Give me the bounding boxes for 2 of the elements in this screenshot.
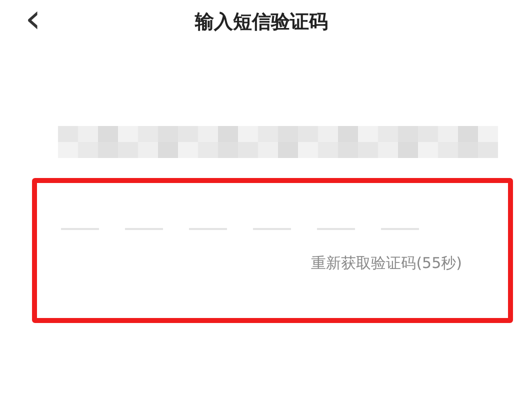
back-button[interactable]: ‹ [18, 0, 48, 39]
page-title: 输入短信验证码 [194, 10, 329, 35]
